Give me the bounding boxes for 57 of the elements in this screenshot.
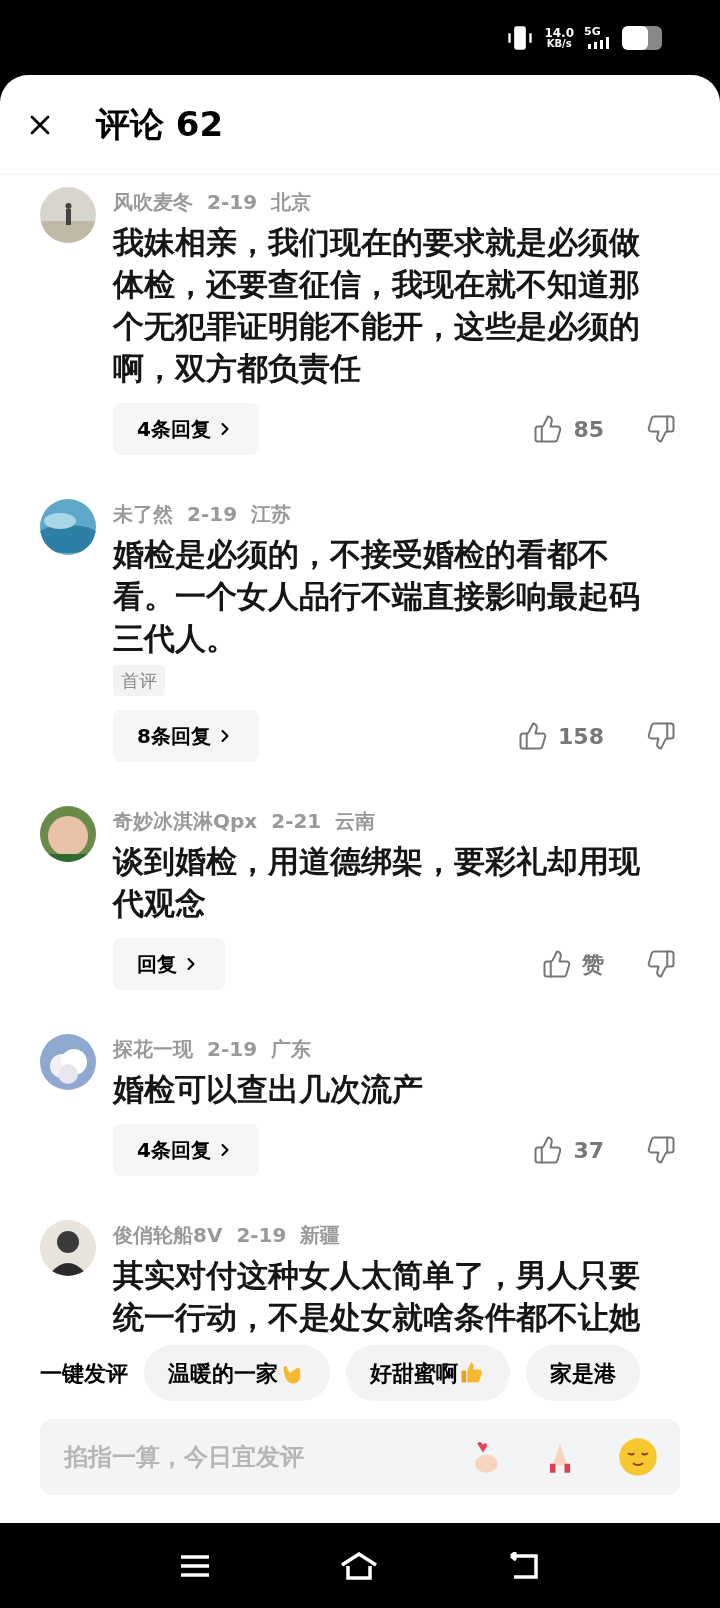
- smiling-face-icon[interactable]: [618, 1437, 658, 1477]
- comment-text: 我妹相亲，我们现在的要求就是必须做体检，还要查征信，我现在就不知道那个无犯罪证明能不能开，这些是必须的啊，双方都负责任: [113, 223, 641, 388]
- replies-button[interactable]: 4条回复: [113, 403, 259, 455]
- quick-comment-label: 一键发评: [40, 1359, 128, 1388]
- comment-date: 2-19: [207, 189, 258, 216]
- username[interactable]: 俊俏轮船8V: [113, 1220, 223, 1250]
- battery-icon: [622, 25, 664, 50]
- quick-comment-chip[interactable]: 温暖的一家: [144, 1345, 330, 1401]
- thumbs-down-icon: [646, 949, 676, 979]
- dislike-button[interactable]: [646, 949, 676, 979]
- thumbs-up-icon: [533, 1135, 564, 1165]
- thumbs-down-icon: [646, 414, 676, 444]
- comment-text: 婚检可以查出几次流产: [113, 1070, 424, 1109]
- comments-title: 评论 62: [96, 103, 224, 146]
- replies-button[interactable]: 8条回复: [113, 710, 259, 762]
- like-button[interactable]: 158: [518, 719, 604, 753]
- like-button[interactable]: 37: [533, 1133, 604, 1167]
- dislike-button[interactable]: [646, 414, 676, 444]
- thumbs-up-icon: [542, 949, 572, 979]
- menu-icon[interactable]: [180, 1553, 210, 1578]
- thumbs-up-icon: [533, 414, 564, 444]
- home-icon[interactable]: [340, 1551, 378, 1580]
- thumbs-up-icon: [518, 721, 549, 751]
- replies-button[interactable]: 回复: [113, 938, 225, 990]
- comment-date: 2-19: [187, 501, 238, 528]
- like-button[interactable]: 赞: [542, 947, 604, 981]
- comment-location: 江苏: [251, 501, 292, 528]
- thumbs-down-icon: [646, 721, 676, 751]
- speed-unit: KB/s: [546, 38, 572, 49]
- comment-text: 谈到婚检，用道德绑架，要彩礼却用现代观念: [113, 842, 641, 923]
- username[interactable]: 未了然: [113, 499, 173, 529]
- thumbs-down-icon: [646, 1135, 676, 1165]
- like-button[interactable]: 85: [533, 412, 604, 446]
- comment-date: 2-21: [271, 808, 322, 835]
- comment-date: 2-19: [236, 1222, 287, 1249]
- username[interactable]: 风吹麦冬: [113, 187, 193, 217]
- network-type: 5G: [584, 26, 602, 37]
- username[interactable]: 奇妙冰淇淋Qpx: [113, 806, 258, 836]
- username[interactable]: 探花一现: [113, 1034, 193, 1064]
- network-speed: 14.0: [544, 26, 574, 39]
- comment-location: 北京: [271, 189, 312, 216]
- dislike-button[interactable]: [646, 1135, 676, 1165]
- comment-field[interactable]: 掐指一算，今日宜发评: [40, 1419, 680, 1495]
- comment-location: 广东: [271, 1036, 312, 1063]
- vibrate-icon: [506, 23, 535, 52]
- comment-text: 其实对付这种女人太简单了，男人只要统一行动，不是处女就啥条件都不让她: [113, 1256, 641, 1337]
- first-comment-badge: 首评: [113, 665, 165, 696]
- comment-location: 云南: [335, 808, 376, 835]
- dislike-button[interactable]: [646, 721, 676, 751]
- comment-location: 新疆: [300, 1222, 341, 1249]
- comment-text: 婚检是必须的，不接受婚检的看都不看。一个女人品行不端直接影响最起码三代人。: [113, 535, 641, 658]
- back-icon[interactable]: [508, 1551, 540, 1580]
- replies-button[interactable]: 4条回复: [113, 1124, 259, 1176]
- comment-input[interactable]: 掐指一算，今日宜发评: [64, 1439, 466, 1475]
- comment-date: 2-19: [207, 1036, 258, 1063]
- quick-comment-chip[interactable]: 家是港: [526, 1345, 640, 1401]
- quick-comment-chip[interactable]: 好甜蜜啊: [346, 1345, 510, 1401]
